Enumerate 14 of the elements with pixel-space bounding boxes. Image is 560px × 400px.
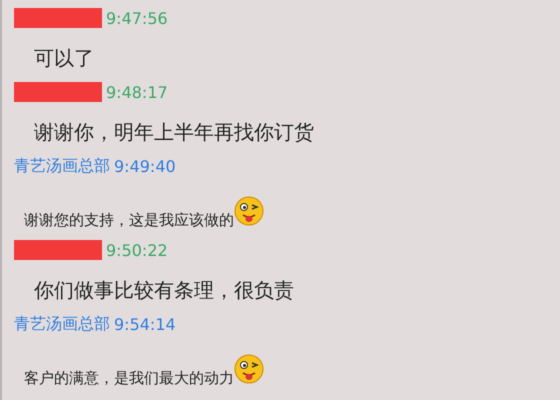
winking-face-icon bbox=[234, 354, 264, 384]
message-time: 9:49:40 bbox=[114, 156, 176, 176]
message-time: 9:50:22 bbox=[106, 240, 168, 260]
message-text: 谢谢你，明年上半年再找你订货 bbox=[34, 119, 314, 146]
message-time: 9:47:56 bbox=[106, 8, 168, 28]
message-text: 客户的满意，是我们最大的动力 bbox=[24, 369, 234, 388]
sender-name: 青艺汤画总部 bbox=[14, 314, 110, 334]
message-text: 谢谢您的支持，这是我应该做的 bbox=[24, 211, 234, 230]
sender-name: 青艺汤画总部 bbox=[14, 156, 110, 176]
message-time: 9:54:14 bbox=[114, 314, 176, 334]
message-text: 你们做事比较有条理，很负责 bbox=[34, 277, 294, 304]
message-time: 9:48:17 bbox=[106, 82, 168, 102]
winking-face-icon bbox=[234, 196, 264, 226]
message-text: 可以了 bbox=[34, 45, 94, 72]
